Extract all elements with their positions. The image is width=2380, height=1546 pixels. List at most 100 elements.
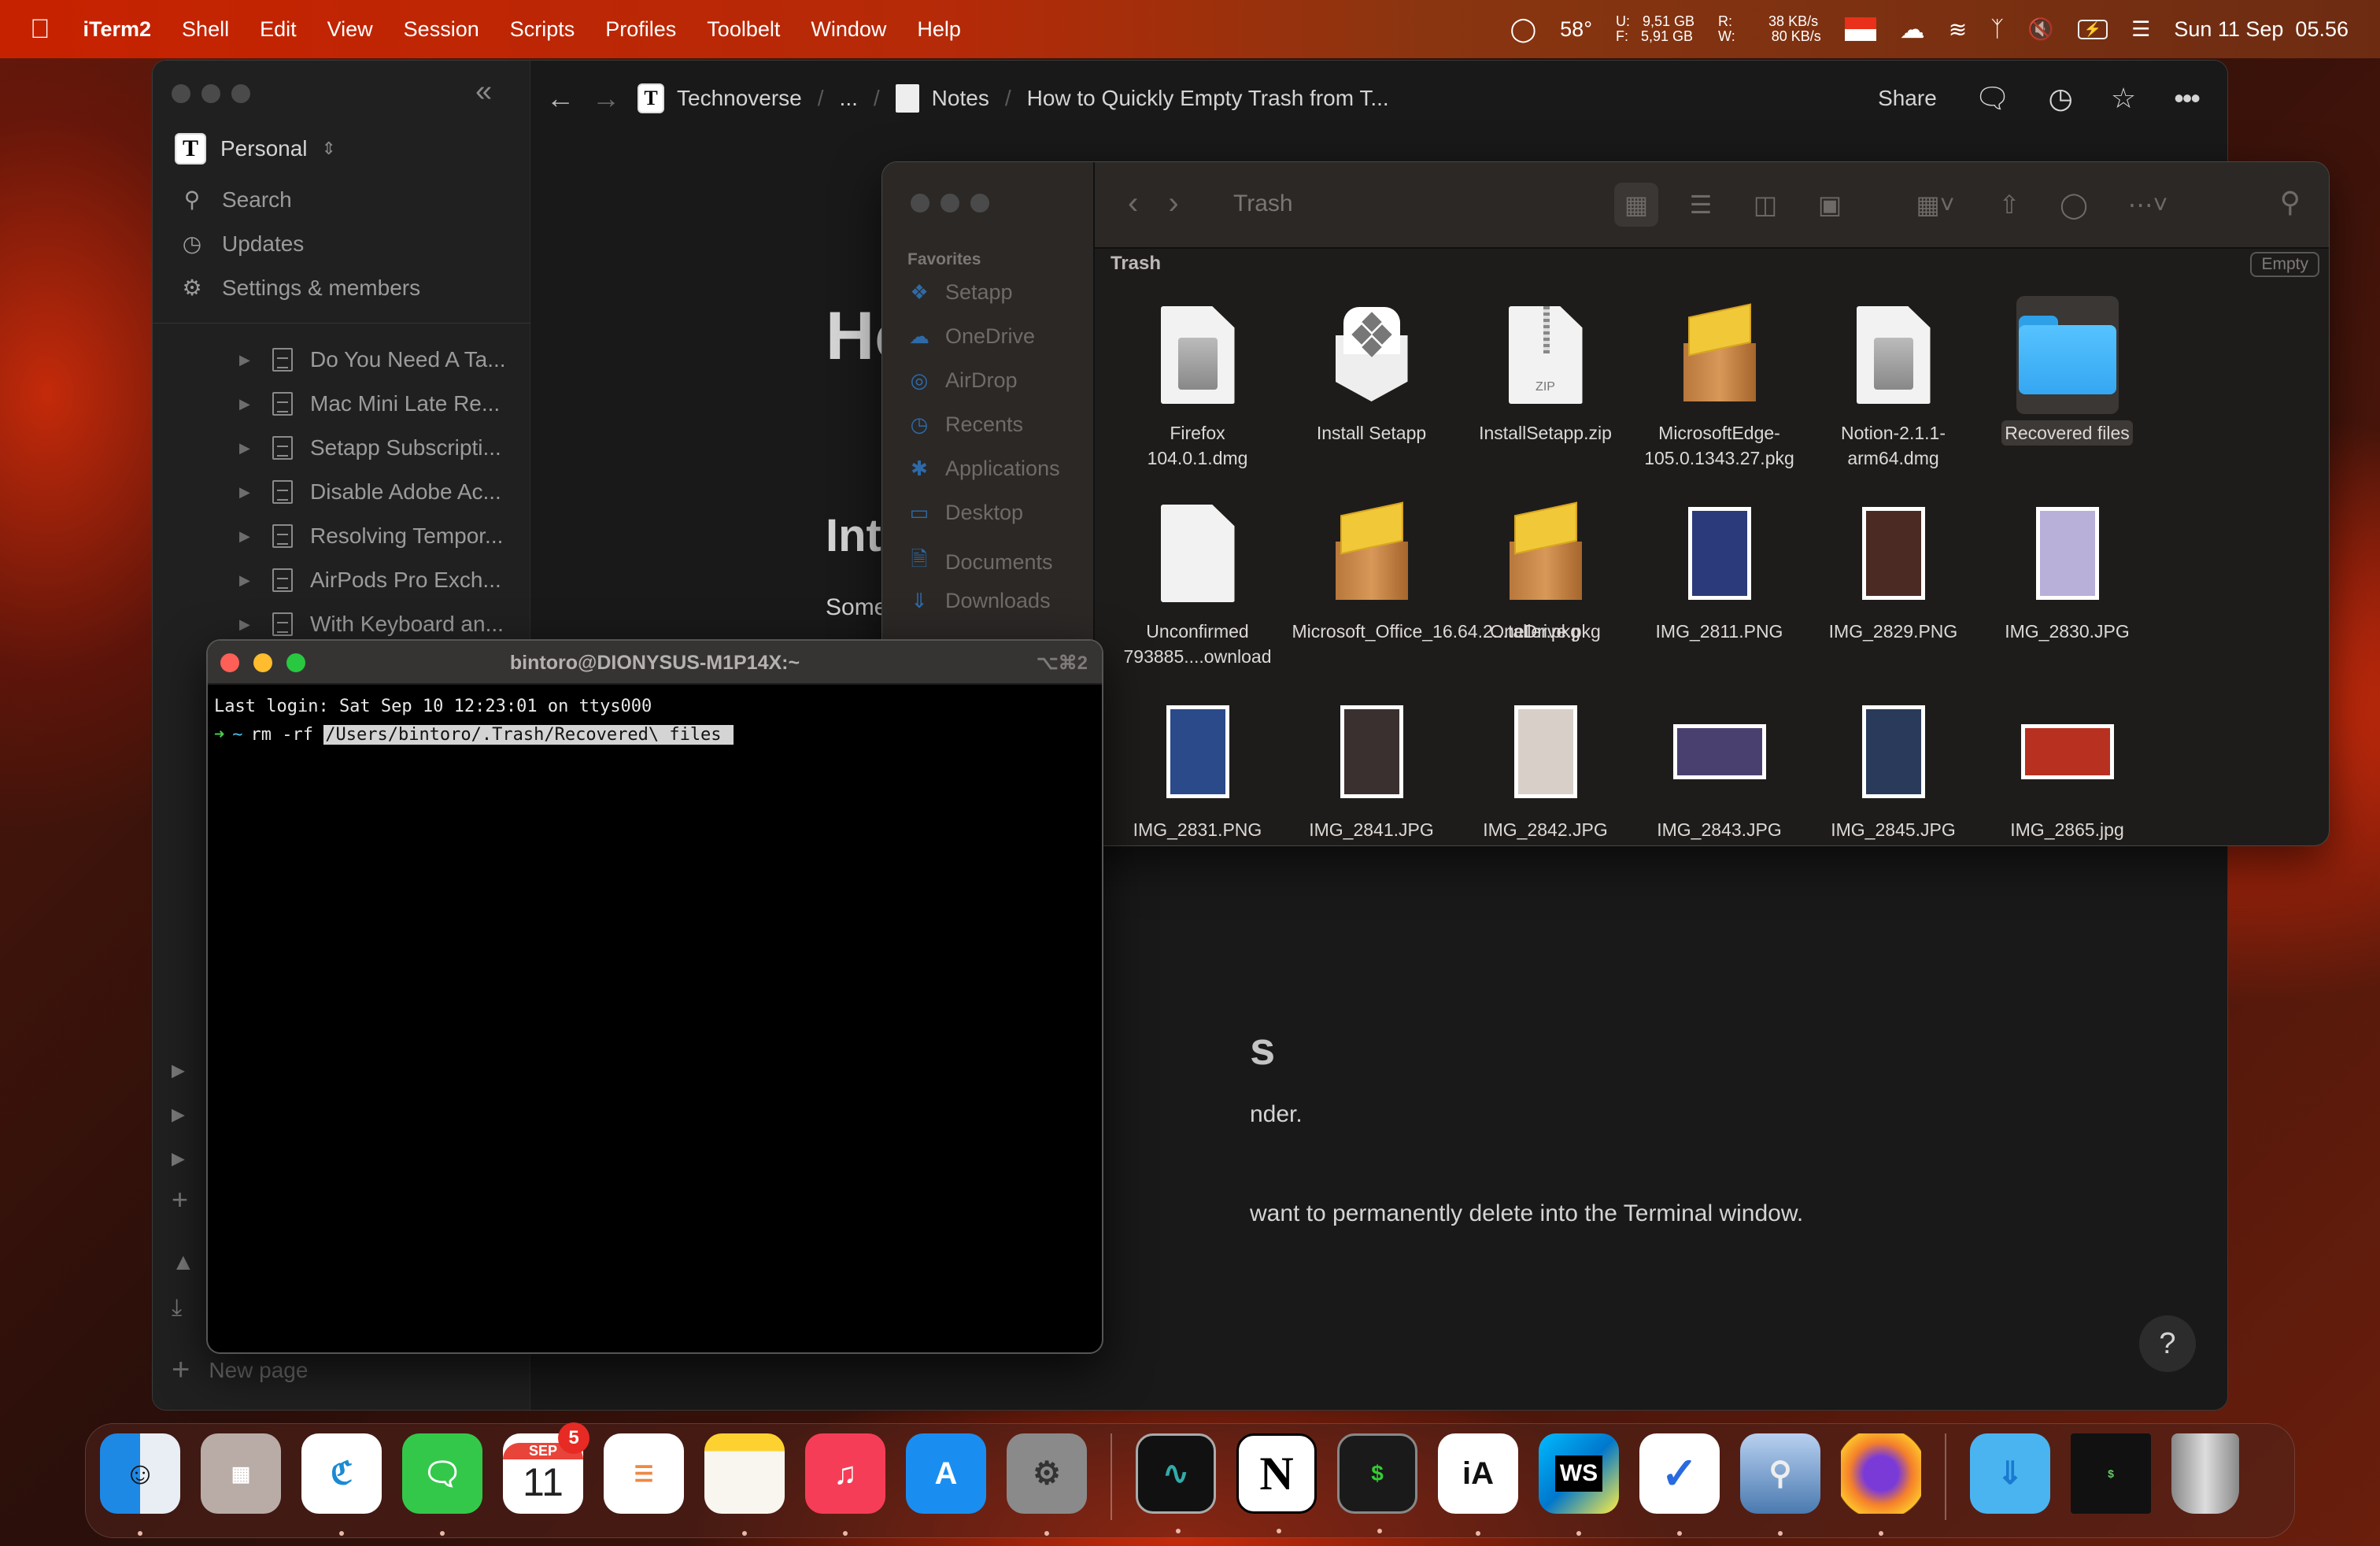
import-icon[interactable]: ⤓ xyxy=(172,1295,182,1322)
notes-icon[interactable] xyxy=(704,1433,785,1536)
file-item[interactable]: Microsoft_Office_16.64.2...taller.pkg xyxy=(1284,494,1580,693)
apple-menu-icon[interactable]:  xyxy=(30,14,50,45)
empty-trash-button[interactable]: Empty xyxy=(2250,252,2319,277)
history-clock-icon[interactable]: ◷ xyxy=(2048,82,2072,115)
expand-triangle-icon[interactable]: ▶ xyxy=(172,1060,185,1081)
temperature[interactable]: 58° xyxy=(1560,17,1592,42)
star-icon[interactable]: ☆ xyxy=(2111,82,2136,115)
preview-icon[interactable]: ⚲ xyxy=(1740,1433,1820,1536)
menu-edit[interactable]: Edit xyxy=(260,17,297,42)
app-store-icon[interactable]: A xyxy=(906,1433,986,1514)
minimize-button[interactable] xyxy=(201,84,220,103)
sidebar-item-settings[interactable]: ⚙ Settings & members xyxy=(179,275,420,301)
file-item[interactable]: IMG_2831.PNG xyxy=(1111,693,1284,845)
action-menu-button[interactable]: ⋯˅ xyxy=(2116,183,2179,227)
paragraph-fragment[interactable]: want to permanently delete into the Term… xyxy=(1250,1200,1803,1227)
zoom-button[interactable] xyxy=(231,84,250,103)
close-button[interactable] xyxy=(172,84,190,103)
file-item[interactable]: IMG_2811.PNG xyxy=(1632,494,1806,693)
breadcrumb-ellipsis[interactable]: ... xyxy=(840,86,858,111)
trash-icon[interactable] xyxy=(2171,1433,2239,1514)
section-heading-fragment[interactable]: s xyxy=(1250,1023,1275,1075)
sidebar-item-desktop[interactable]: ▭ Desktop xyxy=(907,501,1023,525)
menu-toolbelt[interactable]: Toolbelt xyxy=(707,17,780,42)
column-view-button[interactable]: ◫ xyxy=(1743,183,1787,227)
sidebar-item-documents[interactable]: 🗎 Documents xyxy=(907,545,1053,579)
file-item[interactable]: Unconfirmed 793885....ownload xyxy=(1111,494,1284,693)
file-item[interactable]: OneDrive.pkg xyxy=(1458,494,1632,693)
more-options-icon[interactable]: ••• xyxy=(2174,82,2201,115)
new-page-button[interactable]: + New page xyxy=(172,1352,308,1388)
forward-chevron-icon[interactable]: › xyxy=(1168,186,1178,221)
page-item[interactable]: ▶ Setapp Subscripti... xyxy=(239,435,501,460)
system-preferences-icon[interactable]: ⚙ xyxy=(1007,1433,1087,1536)
menu-window[interactable]: Window xyxy=(811,17,886,42)
help-button[interactable]: ? xyxy=(2139,1315,2196,1372)
selected-path-text[interactable]: /Users/bintoro/.Trash/Recovered\ files xyxy=(323,725,734,745)
file-item[interactable]: IMG_2830.JPG xyxy=(1980,494,2154,693)
breadcrumb-workspace[interactable]: Technoverse xyxy=(677,86,802,111)
menu-app-name[interactable]: iTerm2 xyxy=(83,17,152,42)
file-item[interactable]: ZIP InstallSetapp.zip xyxy=(1458,296,1632,494)
breadcrumb-current[interactable]: How to Quickly Empty Trash from T... xyxy=(1027,86,1389,111)
notion-icon[interactable]: N xyxy=(1236,1433,1317,1533)
sidebar-item-search[interactable]: ⚲ Search xyxy=(179,187,292,213)
back-arrow-icon[interactable]: ← xyxy=(546,82,575,115)
forward-arrow-icon[interactable]: → xyxy=(592,82,620,115)
sidebar-item-applications[interactable]: ✱ Applications xyxy=(907,457,1060,481)
mute-icon[interactable]: 🔇 xyxy=(2027,17,2054,42)
page-item[interactable]: ▶ Mac Mini Late Re... xyxy=(239,391,500,416)
menu-scripts[interactable]: Scripts xyxy=(510,17,575,42)
disk-usage[interactable]: U: 9,51 GB F: 5,91 GB xyxy=(1616,14,1694,44)
workspace-switcher[interactable]: T Personal ⇕ xyxy=(175,133,336,165)
search-icon[interactable]: ⚲ xyxy=(2280,186,2301,219)
battery-icon[interactable]: ⚡ xyxy=(2077,19,2108,39)
collapse-sidebar-icon[interactable]: « xyxy=(475,75,492,109)
file-item[interactable]: Install Setapp xyxy=(1284,296,1458,494)
expand-triangle-icon[interactable]: ▶ xyxy=(239,528,255,545)
breadcrumb-parent[interactable]: Notes xyxy=(932,86,989,111)
file-item[interactable]: IMG_2842.JPG xyxy=(1458,693,1632,845)
list-view-button[interactable]: ☰ xyxy=(1679,183,1723,227)
file-item[interactable]: Firefox 104.0.1.dmg xyxy=(1111,296,1284,494)
bluetooth-icon[interactable]: ᛉ xyxy=(1990,17,2004,42)
share-button[interactable]: Share xyxy=(1878,86,1937,111)
input-source-flag-icon[interactable] xyxy=(1844,17,1876,41)
activity-monitor-icon[interactable]: ∿ xyxy=(1136,1433,1216,1533)
sidebar-item-airdrop[interactable]: ◎ AirDrop xyxy=(907,368,1018,393)
expand-triangle-icon[interactable]: ▶ xyxy=(239,484,255,501)
finder-icon[interactable]: ☺ xyxy=(100,1433,180,1536)
control-center-icon[interactable]: ☰ xyxy=(2131,17,2150,42)
expand-triangle-icon[interactable]: ▶ xyxy=(239,440,255,457)
sidebar-item-downloads[interactable]: ⇓ Downloads xyxy=(907,589,1050,613)
comment-icon[interactable]: 🗨 xyxy=(1975,82,2011,115)
file-item[interactable]: Notion-2.1.1-arm64.dmg xyxy=(1806,296,1980,494)
share-icon[interactable]: ⇧ xyxy=(1987,183,2031,227)
section-heading[interactable]: Introduction xyxy=(826,509,889,562)
webstorm-icon[interactable]: WS xyxy=(1539,1433,1619,1536)
menu-session[interactable]: Session xyxy=(404,17,479,42)
ia-writer-icon[interactable]: iA xyxy=(1438,1433,1518,1536)
menu-profiles[interactable]: Profiles xyxy=(605,17,676,42)
wifi-icon[interactable]: ≋ xyxy=(1949,17,1967,43)
expand-triangle-icon[interactable]: ▶ xyxy=(172,1148,185,1169)
file-item[interactable]: IMG_2843.JPG xyxy=(1632,693,1806,845)
music-icon[interactable]: ♫ xyxy=(805,1433,885,1536)
sidebar-item-onedrive[interactable]: ☁ OneDrive xyxy=(907,324,1035,349)
terminal-icon[interactable]: $ xyxy=(1337,1433,1417,1533)
microsoft-todo-icon[interactable]: ✓ xyxy=(1639,1433,1720,1536)
reminders-icon[interactable]: ☰ xyxy=(604,1433,684,1514)
messages-icon[interactable]: 🗨 xyxy=(402,1433,482,1536)
file-item[interactable]: MicrosoftEdge-105.0.1343.27.pkg xyxy=(1632,296,1806,494)
expand-triangle-icon[interactable]: ▶ xyxy=(239,396,255,412)
file-item[interactable]: IMG_2841.JPG xyxy=(1284,693,1458,845)
clock[interactable]: Sun 11 Sep 05.56 xyxy=(2174,17,2349,42)
calendar-icon[interactable]: SEP 11 5 xyxy=(503,1422,589,1514)
terminal-output[interactable]: Last login: Sat Sep 10 12:23:01 on ttys0… xyxy=(208,685,1102,757)
weather-icon[interactable]: ◯ xyxy=(1510,16,1537,43)
firefox-icon[interactable] xyxy=(1841,1433,1921,1536)
add-icon[interactable]: + xyxy=(172,1183,188,1216)
back-chevron-icon[interactable]: ‹ xyxy=(1128,186,1138,221)
command-line[interactable]: ➜ ~ rm -rf /Users/bintoro/.Trash/Recovered… xyxy=(214,721,1096,749)
page-item[interactable]: ▶ With Keyboard an... xyxy=(239,612,504,637)
